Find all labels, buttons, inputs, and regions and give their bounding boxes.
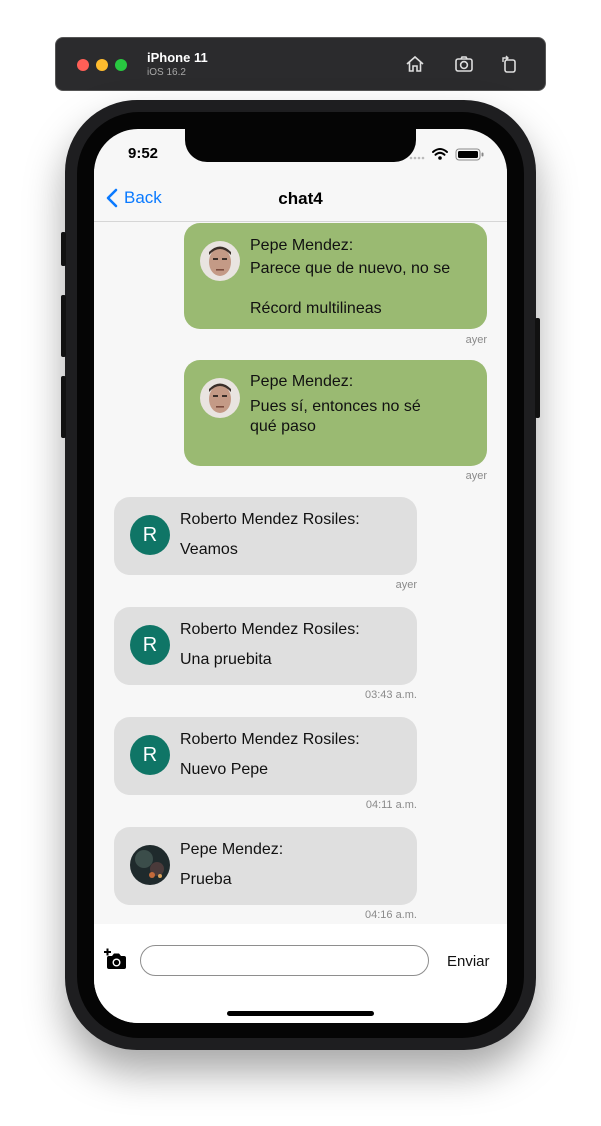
message-text: Pues sí, entonces no sé [250, 398, 421, 415]
message-input[interactable] [140, 945, 429, 976]
wifi-icon [432, 148, 448, 156]
avatar: R [130, 515, 170, 555]
message-author: Pepe Mendez: [250, 237, 354, 254]
message-time: ayer [395, 579, 417, 591]
battery-icon [455, 148, 484, 161]
message-bubble[interactable]: R Roberto Mendez Rosiles: Una pruebita [114, 607, 417, 685]
status-icons [407, 147, 489, 161]
signal-icon [409, 156, 425, 160]
message-bubble[interactable]: Pepe Mendez: Pues sí, entonces no sé qué… [184, 360, 487, 466]
message-text: Una pruebita [180, 651, 272, 668]
volume-up-button [61, 295, 66, 357]
message-text: qué paso [250, 418, 316, 435]
notch [185, 129, 416, 162]
add-photo-icon[interactable] [104, 948, 128, 972]
message-author: Roberto Mendez Rosiles: [180, 731, 360, 748]
message-text: Nuevo Pepe [180, 761, 269, 778]
avatar [200, 378, 240, 418]
home-icon[interactable] [404, 53, 426, 75]
close-window-button[interactable] [77, 59, 89, 71]
status-time: 9:52 [128, 145, 159, 162]
message-author: Pepe Mendez: [250, 373, 354, 390]
avatar: R [130, 625, 170, 665]
message-bubble[interactable]: Pepe Mendez: Parece que de nuevo, no se … [184, 223, 487, 329]
avatar [130, 845, 170, 885]
message-time: 04:11 a.m. [365, 799, 417, 811]
send-button[interactable]: Enviar [447, 953, 490, 970]
message-author: Pepe Mendez: [180, 841, 284, 858]
message-author: Roberto Mendez Rosiles: [180, 511, 360, 528]
rotate-icon[interactable] [498, 53, 520, 75]
home-indicator[interactable] [227, 1011, 374, 1016]
os-version: iOS 16.2 [147, 67, 186, 78]
message-text: Récord multilineas [250, 300, 382, 317]
message-time: ayer [465, 334, 487, 346]
device-name: iPhone 11 [147, 50, 208, 65]
volume-down-button [61, 376, 66, 438]
message-text: Prueba [180, 871, 232, 888]
message-author: Roberto Mendez Rosiles: [180, 621, 360, 638]
message-bubble[interactable]: R Roberto Mendez Rosiles: Veamos [114, 497, 417, 575]
avatar [200, 241, 240, 281]
message-text: Veamos [180, 541, 238, 558]
screenshot-icon[interactable] [453, 53, 475, 75]
navigation-bar: Back chat4 [94, 169, 507, 222]
message-composer: Enviar [94, 924, 507, 1023]
message-time: 03:43 a.m. [365, 689, 417, 701]
mute-switch [61, 232, 66, 266]
message-bubble[interactable]: R Roberto Mendez Rosiles: Nuevo Pepe [114, 717, 417, 795]
minimize-window-button[interactable] [96, 59, 108, 71]
chat-title: chat4 [278, 189, 323, 208]
avatar: R [130, 735, 170, 775]
message-time: ayer [465, 470, 487, 482]
simulator-toolbar: iPhone 11 iOS 16.2 [55, 37, 546, 91]
phone-screen: 9:52 Back chat4 Pepe Mendez: Parece que … [94, 129, 507, 1023]
message-time: 04:16 a.m. [365, 909, 417, 921]
zoom-window-button[interactable] [115, 59, 127, 71]
message-bubble[interactable]: Pepe Mendez: Prueba [114, 827, 417, 905]
message-text: Parece que de nuevo, no se [250, 260, 451, 277]
power-button [535, 318, 540, 418]
